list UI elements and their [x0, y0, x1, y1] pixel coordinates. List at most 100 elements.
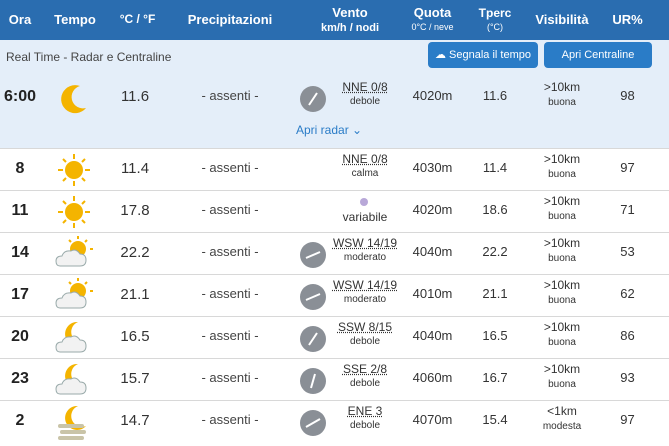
- vis-quality: buona: [532, 167, 592, 182]
- row-quota: 4040m: [405, 244, 460, 259]
- row-visibilita: >10km buona: [532, 278, 592, 308]
- row-ur: 97: [605, 160, 650, 175]
- wind-dir[interactable]: SSW 8/15: [330, 320, 400, 334]
- variable-wind-icon: [360, 198, 368, 206]
- row-prec: - assenti -: [185, 202, 275, 217]
- row-prec: - assenti -: [185, 160, 275, 175]
- row-ora: 17: [0, 286, 40, 304]
- header-tperc-unit: (°C): [470, 22, 520, 32]
- table-row[interactable]: 17 21.1 - assenti - WSW 14/19 moderato 4…: [0, 274, 669, 316]
- row-ora: 23: [0, 370, 40, 388]
- header-temp-unit[interactable]: °C / °F: [105, 12, 170, 26]
- header-tperc-label: Tperc: [479, 6, 512, 20]
- row-tperc: 18.6: [470, 202, 520, 217]
- row-ora: 2: [0, 412, 40, 430]
- row-prec: - assenti -: [185, 328, 275, 343]
- row-quota: 4010m: [405, 286, 460, 301]
- row-prec: - assenti -: [185, 286, 275, 301]
- wind-strength: debole: [330, 336, 400, 347]
- vis-quality: buona: [532, 95, 592, 110]
- row-quota: 4060m: [405, 370, 460, 385]
- row-prec: - assenti -: [185, 88, 275, 103]
- row-quota: 4070m: [405, 412, 460, 427]
- vis-quality: buona: [532, 293, 592, 308]
- cloud-icon: ☁: [435, 49, 449, 61]
- row-quota: 4030m: [405, 160, 460, 175]
- row-visibilita: >10km buona: [532, 80, 592, 110]
- vis-distance: >10km: [532, 194, 592, 209]
- apri-centraline-button[interactable]: Apri Centraline: [544, 42, 652, 68]
- row-wind: NNE 0/8 calma: [300, 152, 400, 192]
- row-quota: 4040m: [405, 328, 460, 343]
- row-tperc: 21.1: [470, 286, 520, 301]
- row-temp: 14.7: [105, 412, 165, 429]
- row-ur: 62: [605, 286, 650, 301]
- table-header: Ora Tempo °C / °F Precipitazioni Vento k…: [0, 0, 669, 40]
- wind-strength: calma: [330, 168, 400, 179]
- table-row[interactable]: 8 11.4 - assenti - NNE 0/8 calma 4030m 1…: [0, 148, 669, 190]
- row-ur: 97: [605, 412, 650, 427]
- realtime-title: Real Time - Radar e Centraline: [6, 50, 171, 64]
- wind-dir[interactable]: SSE 2/8: [330, 362, 400, 376]
- wind-strength: moderato: [330, 294, 400, 305]
- vis-distance: >10km: [532, 320, 592, 335]
- row-ora: 20: [0, 328, 40, 346]
- apri-radar-link[interactable]: Apri radar ⌄: [296, 123, 362, 137]
- row-ur: 98: [605, 88, 650, 103]
- sun-cloud-icon: [52, 276, 96, 316]
- row-prec: - assenti -: [185, 370, 275, 385]
- wind-arrow-icon: [300, 242, 326, 268]
- wind-strength: debole: [330, 378, 400, 389]
- row-tperc: 15.4: [470, 412, 520, 427]
- row-wind: NNE 0/8 debole: [300, 80, 400, 120]
- row-prec: - assenti -: [185, 412, 275, 427]
- moon-fog-icon: [52, 402, 96, 442]
- apri-radar-label: Apri radar: [296, 123, 349, 137]
- row-temp: 17.8: [105, 202, 165, 219]
- row-ur: 53: [605, 244, 650, 259]
- wind-dir[interactable]: WSW 14/19: [330, 236, 400, 250]
- row-temp: 11.4: [105, 160, 165, 177]
- sun-cloud-icon: [52, 234, 96, 274]
- wind-strength: debole: [330, 420, 400, 431]
- table-row[interactable]: 14 22.2 - assenti - WSW 14/19 moderato 4…: [0, 232, 669, 274]
- vis-distance: >10km: [532, 152, 592, 167]
- chevron-down-icon: ⌄: [352, 123, 362, 137]
- row-temp: 21.1: [105, 286, 165, 303]
- wind-strength: moderato: [330, 252, 400, 263]
- row-ur: 86: [605, 328, 650, 343]
- table-row[interactable]: 2 14.7 - assenti - ENE 3 debole 4070m 15…: [0, 400, 669, 446]
- wind-dir[interactable]: ENE 3: [330, 404, 400, 418]
- vis-quality: buona: [532, 377, 592, 392]
- row-ora: 8: [0, 160, 40, 178]
- wind-arrow-icon: [300, 284, 326, 310]
- wind-dir[interactable]: NNE 0/8: [330, 80, 400, 94]
- row-wind: variabile: [300, 194, 400, 234]
- row-wind: ENE 3 debole: [300, 404, 400, 444]
- header-quota-unit: 0°C / neve: [405, 22, 460, 32]
- wind-strength: debole: [330, 96, 400, 107]
- sun-icon: [52, 192, 96, 232]
- row-tperc: 16.5: [470, 328, 520, 343]
- row-ur: 93: [605, 370, 650, 385]
- table-row[interactable]: 20 16.5 - assenti - SSW 8/15 debole 4040…: [0, 316, 669, 358]
- vis-quality: buona: [532, 209, 592, 224]
- row-temp: 15.7: [105, 370, 165, 387]
- vis-distance: >10km: [532, 362, 592, 377]
- wind-dir[interactable]: NNE 0/8: [330, 152, 400, 166]
- table-row[interactable]: 6:00 11.6 - assenti - NNE 0/8 debole 402…: [0, 78, 669, 118]
- row-visibilita: >10km buona: [532, 194, 592, 224]
- header-tempo: Tempo: [50, 12, 100, 27]
- table-row[interactable]: 11 17.8 - assenti - variabile 4020m 18.6…: [0, 190, 669, 232]
- vis-distance: >10km: [532, 278, 592, 293]
- header-vento-unit[interactable]: km/h / nodi: [300, 22, 400, 34]
- row-visibilita: >10km buona: [532, 152, 592, 182]
- wind-dir[interactable]: WSW 14/19: [330, 278, 400, 292]
- row-visibilita: >10km buona: [532, 362, 592, 392]
- vis-quality: buona: [532, 251, 592, 266]
- row-wind: SSE 2/8 debole: [300, 362, 400, 402]
- row-ora: 14: [0, 244, 40, 262]
- segnala-tempo-button[interactable]: ☁ Segnala il tempo: [428, 42, 538, 68]
- header-tperc: Tperc (°C): [470, 4, 520, 32]
- table-row[interactable]: 23 15.7 - assenti - SSE 2/8 debole 4060m…: [0, 358, 669, 400]
